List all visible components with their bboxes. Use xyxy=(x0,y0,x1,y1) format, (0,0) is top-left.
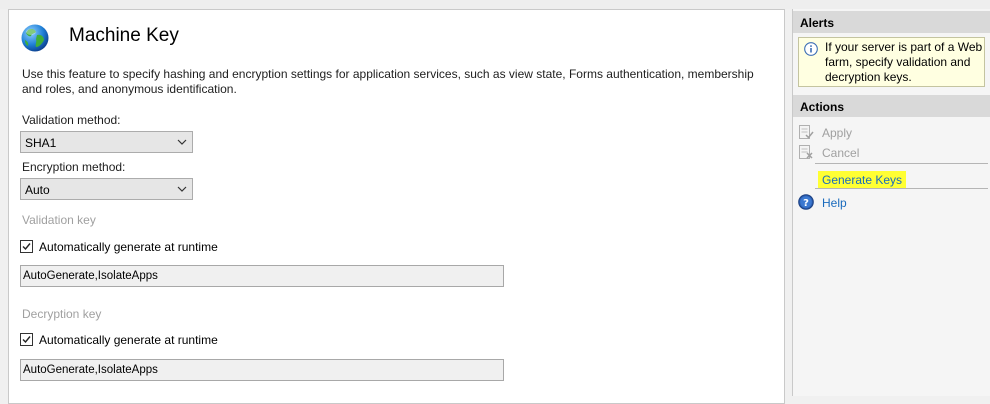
generate-keys-action[interactable]: Generate Keys xyxy=(793,167,990,189)
info-icon xyxy=(804,42,818,56)
validation-key-field[interactable]: AutoGenerate,IsolateApps xyxy=(20,265,504,287)
actions-pane: Alerts If your server is part of a Web f… xyxy=(792,9,990,396)
encryption-method-select[interactable]: Auto xyxy=(20,178,193,200)
generate-keys-label[interactable]: Generate Keys xyxy=(818,171,907,189)
help-icon: ? xyxy=(798,194,814,210)
help-action[interactable]: ? Help xyxy=(793,192,990,212)
validation-method-value: SHA1 xyxy=(25,136,57,150)
apply-icon xyxy=(798,124,814,140)
actions-separator xyxy=(815,188,988,189)
validation-method-label: Validation method: xyxy=(22,113,121,127)
decryption-key-auto-label[interactable]: Automatically generate at runtime xyxy=(39,333,218,347)
decryption-key-field[interactable]: AutoGenerate,IsolateApps xyxy=(20,359,504,381)
encryption-method-label: Encryption method: xyxy=(22,160,126,174)
checkmark-icon xyxy=(22,336,31,344)
validation-key-label: Validation key xyxy=(22,213,96,227)
decryption-key-value: AutoGenerate,IsolateApps xyxy=(23,364,158,376)
cancel-icon xyxy=(798,144,814,160)
svg-text:?: ? xyxy=(803,198,809,209)
decryption-key-label: Decryption key xyxy=(22,307,102,321)
top-strip xyxy=(0,0,990,9)
alert-message-box: If your server is part of a Web farm, sp… xyxy=(798,37,985,87)
validation-key-auto-checkbox[interactable] xyxy=(20,240,33,253)
actions-separator xyxy=(815,163,988,164)
decryption-key-auto-checkbox[interactable] xyxy=(20,333,33,346)
validation-key-auto-label[interactable]: Automatically generate at runtime xyxy=(39,240,218,254)
validation-method-select[interactable]: SHA1 xyxy=(20,131,193,153)
alerts-header: Alerts xyxy=(793,11,990,33)
checkmark-icon xyxy=(22,243,31,251)
actions-header: Actions xyxy=(793,95,990,117)
alert-text: If your server is part of a Web farm, sp… xyxy=(825,40,983,84)
cancel-action[interactable]: Cancel xyxy=(793,142,990,162)
validation-key-value: AutoGenerate,IsolateApps xyxy=(23,270,158,282)
encryption-method-value: Auto xyxy=(25,183,50,197)
feature-description: Use this feature to specify hashing and … xyxy=(22,67,754,96)
chevron-down-icon xyxy=(176,136,188,148)
page-title: Machine Key xyxy=(69,25,179,46)
feature-pane: Machine Key Use this feature to specify … xyxy=(8,9,785,404)
chevron-down-icon xyxy=(176,183,188,195)
apply-action[interactable]: Apply xyxy=(793,122,990,142)
globe-icon xyxy=(20,23,50,53)
